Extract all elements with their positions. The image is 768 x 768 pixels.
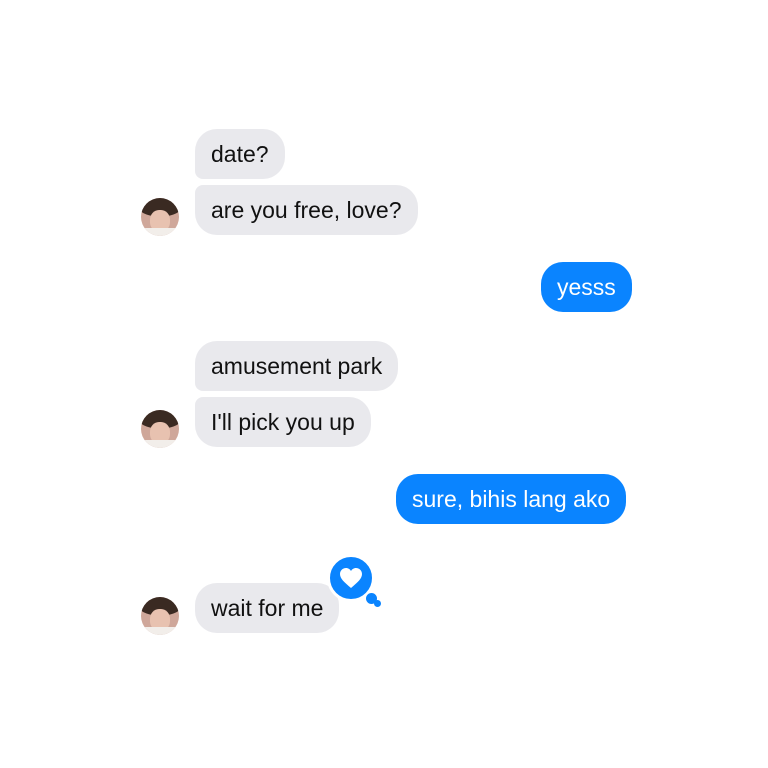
received-message-bubble[interactable]: wait for me (195, 583, 340, 633)
received-message-bubble[interactable]: are you free, love? (195, 185, 418, 235)
contact-avatar[interactable] (141, 410, 179, 448)
contact-avatar[interactable] (141, 198, 179, 236)
contact-avatar[interactable] (141, 597, 179, 635)
sent-message-bubble[interactable]: yesss (541, 262, 632, 312)
received-message-bubble[interactable]: amusement park (195, 341, 399, 391)
received-message-bubble[interactable]: I'll pick you up (195, 397, 371, 447)
received-message-bubble[interactable]: date? (195, 129, 285, 179)
heart-icon (340, 568, 362, 588)
reaction-tail-dot (374, 600, 381, 607)
sent-message-bubble[interactable]: sure, bihis lang ako (396, 474, 627, 524)
